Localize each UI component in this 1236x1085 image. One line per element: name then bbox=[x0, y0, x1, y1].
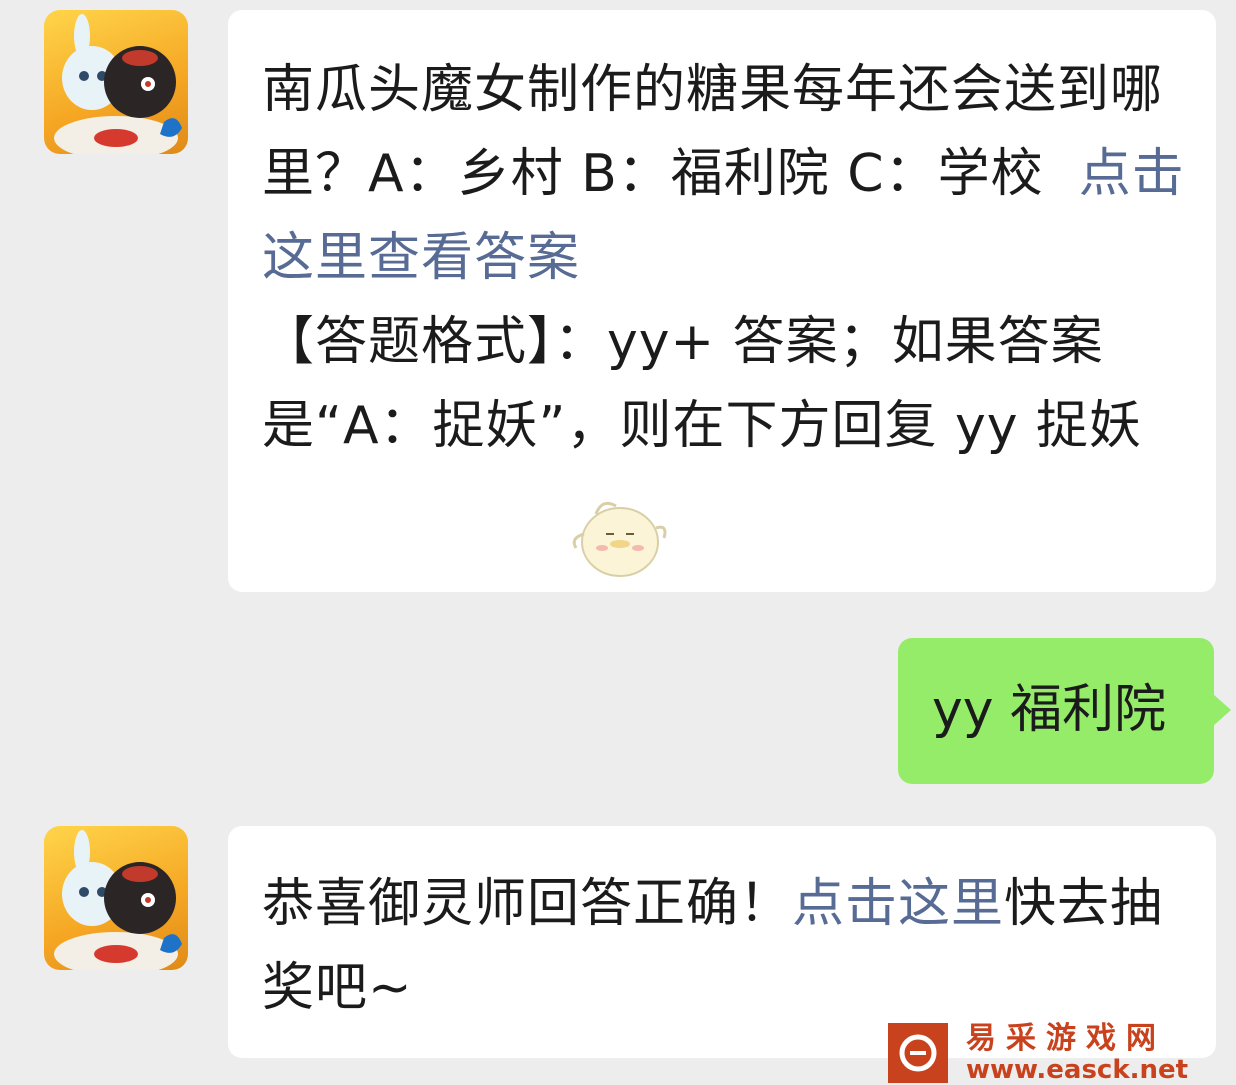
watermark-url: www.easck.net bbox=[966, 1055, 1189, 1085]
reply-text: yy 福利院 bbox=[932, 680, 1167, 740]
question-text: 南瓜头魔女制作的糖果每年还会送到哪里？A：乡村 B：福利院 C：学校 bbox=[262, 60, 1164, 204]
game-logo-icon bbox=[54, 14, 182, 154]
lottery-link[interactable]: 点击这里 bbox=[792, 874, 1004, 934]
bubble-tail bbox=[1213, 694, 1231, 726]
game-logo-icon bbox=[54, 830, 182, 970]
incoming-message-bubble: 南瓜头魔女制作的糖果每年还会送到哪里？A：乡村 B：福利院 C：学校 点击这里查… bbox=[228, 10, 1216, 592]
outgoing-message-bubble: yy 福利院 bbox=[898, 638, 1214, 784]
watermark-name: 易采游戏网 bbox=[966, 1021, 1166, 1056]
avatar[interactable] bbox=[44, 826, 188, 970]
watermark: 易采游戏网 www.easck.net bbox=[888, 1022, 1236, 1084]
avatar[interactable] bbox=[44, 10, 188, 154]
duck-sticker-icon bbox=[572, 501, 667, 577]
answer-format-text: 【答题格式】：yy+ 答案；如果答案是“A：捉妖”，则在下方回复 yy 捉妖 bbox=[262, 312, 1143, 456]
message-text: 南瓜头魔女制作的糖果每年还会送到哪里？A：乡村 B：福利院 C：学校 点击这里查… bbox=[262, 48, 1186, 300]
message-text: 恭喜御灵师回答正确！点击这里快去抽奖吧~ bbox=[262, 862, 1186, 1030]
congrats-text: 恭喜御灵师回答正确！ bbox=[262, 874, 793, 934]
site-logo-icon bbox=[888, 1023, 948, 1083]
